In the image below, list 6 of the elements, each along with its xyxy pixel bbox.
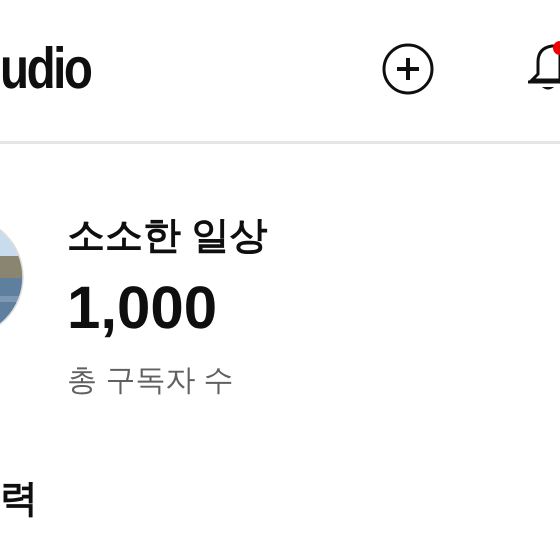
logo-text: udio (0, 40, 91, 98)
subscriber-label: 총 구독자 수 (67, 362, 235, 399)
section-title: 력 (0, 476, 38, 522)
create-icon[interactable] (382, 42, 434, 94)
channel-name: 소소한 일상 (67, 216, 268, 258)
subscriber-count: 1,000 (67, 278, 218, 338)
